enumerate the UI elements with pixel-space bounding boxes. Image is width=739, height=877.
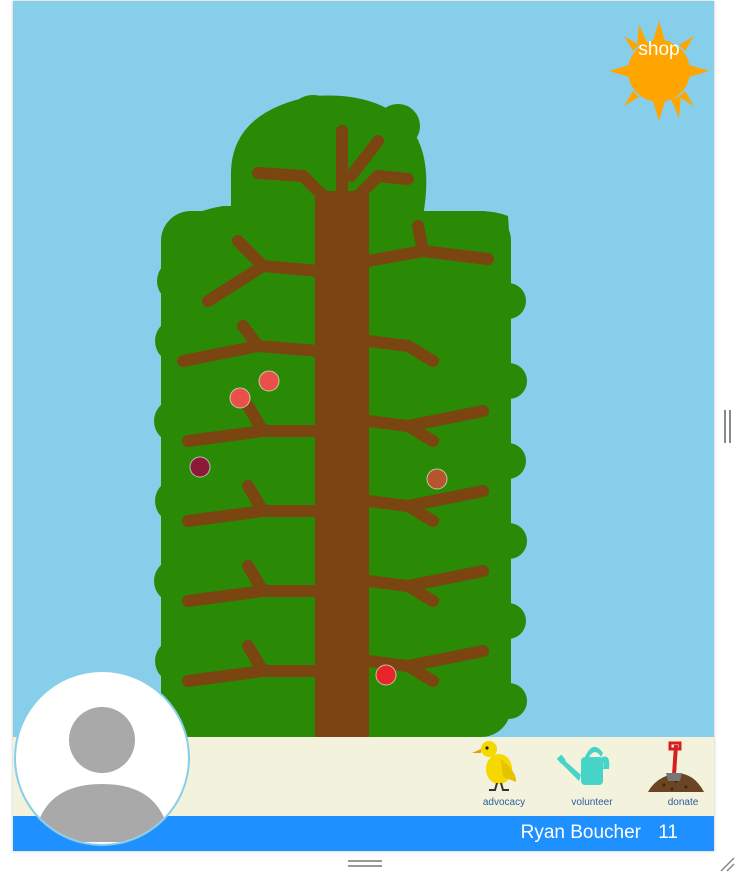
volunteer-button[interactable]: volunteer: [555, 737, 629, 816]
shovel-dirt-icon: [648, 741, 704, 792]
horizontal-resize-handle[interactable]: [348, 860, 382, 868]
fruit-5[interactable]: [375, 664, 397, 686]
fruit-3[interactable]: [189, 456, 211, 478]
donate-label: donate: [667, 797, 699, 808]
canary-icon: [472, 741, 517, 791]
fruit-2[interactable]: [229, 387, 251, 409]
advocacy-button[interactable]: advocacy: [467, 737, 541, 816]
user-name: Ryan Boucher: [520, 822, 641, 843]
shop-button[interactable]: [609, 21, 709, 121]
advocacy-label: advocacy: [482, 797, 526, 808]
donate-button[interactable]: donate: [646, 737, 714, 816]
fruit-1[interactable]: [258, 370, 280, 392]
user-score: 11: [658, 822, 678, 843]
sun-icon: [609, 21, 709, 121]
default-avatar-icon: [18, 674, 186, 842]
vertical-splitter-handle[interactable]: [724, 410, 732, 443]
user-avatar[interactable]: [16, 672, 188, 844]
watering-can-icon: [556, 746, 610, 785]
shop-label[interactable]: shop: [609, 39, 709, 61]
resize-corner-icon[interactable]: [719, 856, 735, 872]
volunteer-label: volunteer: [571, 797, 613, 808]
fruit-4[interactable]: [426, 468, 448, 490]
